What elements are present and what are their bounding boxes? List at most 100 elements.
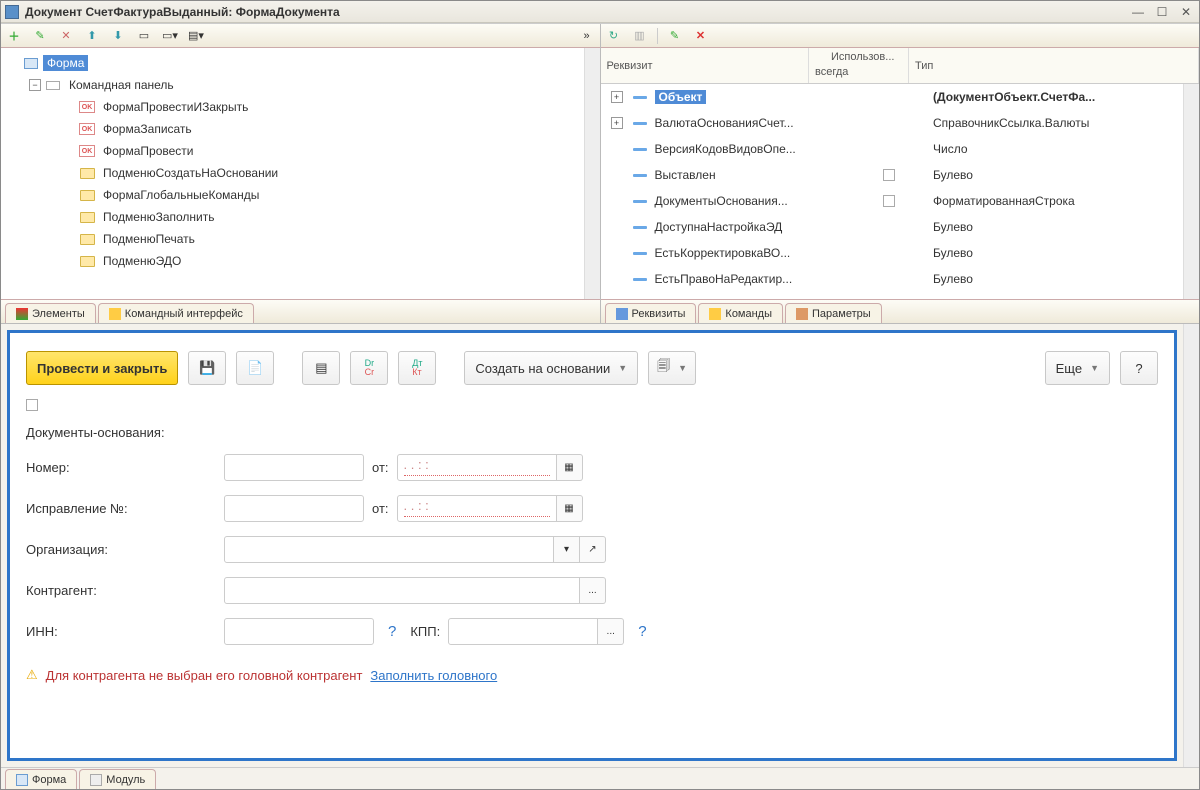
checkbox-icon[interactable] bbox=[883, 195, 895, 207]
tree-item[interactable]: ПодменюСоздатьНаОсновании bbox=[1, 162, 600, 184]
create-based-button[interactable]: Создать на основании▼ bbox=[464, 351, 638, 385]
attr-row[interactable]: ДоступнаНастройкаЭДБулево bbox=[601, 214, 1200, 240]
contr-field[interactable] bbox=[224, 577, 580, 604]
org-dropdown-button[interactable]: ▾ bbox=[554, 536, 580, 563]
move-up-icon[interactable]: ⬆ bbox=[83, 27, 101, 45]
tab-elements[interactable]: Элементы bbox=[5, 303, 96, 323]
more-toolbar-icon[interactable]: » bbox=[578, 27, 596, 45]
attach-button[interactable]: 🗐▼ bbox=[648, 351, 696, 385]
tree-item[interactable]: ПодменюЗаполнить bbox=[1, 206, 600, 228]
attr-row[interactable]: ВыставленБулево bbox=[601, 162, 1200, 188]
expander-icon[interactable]: − bbox=[29, 79, 41, 91]
attr-row[interactable]: ВерсияКодовВидовОпе...Число bbox=[601, 136, 1200, 162]
tree-item[interactable]: OKФормаПровести bbox=[1, 140, 600, 162]
elements-scrollbar[interactable] bbox=[584, 48, 600, 299]
calendar2-button[interactable]: ▦ bbox=[557, 495, 583, 522]
tab-cmd-interface[interactable]: Командный интерфейс bbox=[98, 303, 254, 323]
org-open-button[interactable]: ↗ bbox=[580, 536, 606, 563]
edit-icon[interactable]: ✎ bbox=[31, 27, 49, 45]
calendar1-button[interactable]: ▦ bbox=[557, 454, 583, 481]
tree-item[interactable]: OKФормаПровестиИЗакрыть bbox=[1, 96, 600, 118]
contr-select-button[interactable]: ... bbox=[580, 577, 606, 604]
tab-form[interactable]: Форма bbox=[5, 769, 77, 789]
tree-item[interactable]: −Командная панель bbox=[1, 74, 600, 96]
attr-row[interactable]: +ВалютаОснованияСчет...СправочникСсылка.… bbox=[601, 110, 1200, 136]
tree-item[interactable]: ПодменюЭДО bbox=[1, 250, 600, 272]
label-from2: от: bbox=[372, 501, 389, 516]
inn-field[interactable] bbox=[224, 618, 374, 645]
delete2-icon[interactable]: ✕ bbox=[692, 27, 710, 45]
kpp-help[interactable]: ? bbox=[632, 623, 652, 640]
main-checkbox[interactable] bbox=[26, 399, 38, 411]
tree-item[interactable]: ФормаГлобальныеКоманды bbox=[1, 184, 600, 206]
inn-help[interactable]: ? bbox=[382, 623, 402, 640]
edit2-icon[interactable]: ✎ bbox=[666, 27, 684, 45]
tab-commands[interactable]: Команды bbox=[698, 303, 783, 323]
elements-tree[interactable]: Форма−Командная панельOKФормаПровестиИЗа… bbox=[1, 48, 600, 299]
kpp-select-button[interactable]: ... bbox=[598, 618, 624, 645]
attr-name: Объект bbox=[653, 90, 850, 104]
expander-icon[interactable]: + bbox=[611, 117, 623, 129]
app-icon bbox=[5, 5, 19, 19]
layout3-icon[interactable]: ▤▾ bbox=[187, 27, 205, 45]
node-icon bbox=[79, 254, 95, 268]
app-window: Документ СчетФактураВыданный: ФормаДокум… bbox=[0, 0, 1200, 790]
col-use[interactable]: Использов... всегда bbox=[809, 48, 909, 83]
attr-row[interactable]: ЕстьПравоНаРедактир...Булево bbox=[601, 266, 1200, 292]
org-field[interactable] bbox=[224, 536, 554, 563]
label-docs: Документы-основания: bbox=[26, 425, 216, 440]
date1-field[interactable]: . . : : bbox=[397, 454, 557, 481]
tree-item[interactable]: OKФормаЗаписать bbox=[1, 118, 600, 140]
close-button[interactable]: ✕ bbox=[1177, 4, 1195, 19]
field-icon bbox=[633, 200, 647, 203]
move-down-icon[interactable]: ⬇ bbox=[109, 27, 127, 45]
post-close-button[interactable]: Провести и закрыть bbox=[26, 351, 178, 385]
attributes-grid[interactable]: + Объект (ДокументОбъект.СчетФа... +ВалютаО… bbox=[601, 84, 1200, 299]
attr-row[interactable]: ЕстьКорректировкаВО...Булево bbox=[601, 240, 1200, 266]
add-icon[interactable]: ＋ bbox=[5, 27, 23, 45]
date2-field[interactable]: . . : : bbox=[397, 495, 557, 522]
col-type[interactable]: Тип bbox=[909, 48, 1199, 83]
calendar-icon: ▦ bbox=[564, 503, 573, 514]
tab-attributes[interactable]: Реквизиты bbox=[605, 303, 697, 323]
report-button[interactable]: ▤ bbox=[302, 351, 340, 385]
expander-icon[interactable]: + bbox=[611, 91, 623, 103]
tree-item-label: ПодменюПечать bbox=[99, 231, 199, 247]
warning-link[interactable]: Заполнить головного bbox=[370, 668, 497, 683]
attributes-scrollbar[interactable] bbox=[1183, 84, 1199, 299]
more-button[interactable]: Еще▼ bbox=[1045, 351, 1110, 385]
maximize-button[interactable]: ☐ bbox=[1153, 4, 1171, 19]
minimize-button[interactable]: — bbox=[1129, 4, 1147, 19]
warning-icon: ⚠ bbox=[26, 667, 38, 683]
delete-icon[interactable]: ✕ bbox=[57, 27, 75, 45]
number-field[interactable] bbox=[224, 454, 364, 481]
node-icon bbox=[79, 188, 95, 202]
tab-module[interactable]: Модуль bbox=[79, 769, 156, 789]
drcr-button[interactable]: DrCr bbox=[350, 351, 388, 385]
tree-item-label: ПодменюЗаполнить bbox=[99, 209, 219, 225]
kpp-field[interactable] bbox=[448, 618, 598, 645]
attr-row[interactable]: + Объект (ДокументОбъект.СчетФа... bbox=[601, 84, 1200, 110]
tab-params[interactable]: Параметры bbox=[785, 303, 882, 323]
form-preview: Провести и закрыть 💾 📄 ▤ DrCr ДтКт Созда… bbox=[7, 330, 1177, 761]
save-button[interactable]: 💾 bbox=[188, 351, 226, 385]
checkbox-icon[interactable] bbox=[883, 169, 895, 181]
node-icon bbox=[45, 78, 61, 92]
correction-field[interactable] bbox=[224, 495, 364, 522]
field-icon bbox=[633, 96, 647, 99]
attr-type: Булево bbox=[929, 272, 1199, 286]
layout1-icon[interactable]: ▭ bbox=[135, 27, 153, 45]
chevron-down-icon: ▾ bbox=[564, 544, 569, 555]
col-name[interactable]: Реквизит bbox=[601, 48, 810, 83]
columns-icon[interactable]: ▥ bbox=[631, 27, 649, 45]
attr-type: (ДокументОбъект.СчетФа... bbox=[929, 90, 1199, 104]
help-button[interactable]: ? bbox=[1120, 351, 1158, 385]
tree-item[interactable]: ПодменюПечать bbox=[1, 228, 600, 250]
layout2-icon[interactable]: ▭▾ bbox=[161, 27, 179, 45]
attr-row[interactable]: ДокументыОснования...ФорматированнаяСтро… bbox=[601, 188, 1200, 214]
refresh-icon[interactable]: ↻ bbox=[605, 27, 623, 45]
preview-scrollbar[interactable] bbox=[1183, 324, 1199, 767]
tree-item[interactable]: Форма bbox=[1, 52, 600, 74]
post-button[interactable]: 📄 bbox=[236, 351, 274, 385]
dtkt-button[interactable]: ДтКт bbox=[398, 351, 436, 385]
